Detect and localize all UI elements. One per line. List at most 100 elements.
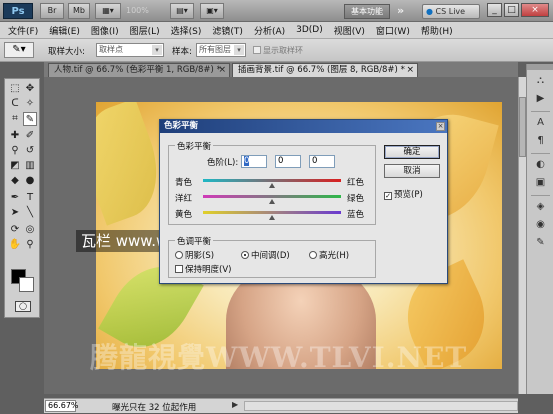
eyedropper-tool-icon[interactable]: ✎ xyxy=(23,112,37,126)
workspace-button[interactable]: 基本功能 xyxy=(344,4,390,19)
more-workspaces-icon[interactable]: » xyxy=(397,4,404,17)
photoshop-logo: Ps xyxy=(3,3,33,19)
tab-person-doc[interactable]: 人物.tif @ 66.7% (色彩平衡 1, RGB/8#) * × xyxy=(48,63,230,77)
zoom-field[interactable]: 66.67% xyxy=(45,400,79,412)
midtones-radio[interactable]: 中间调(D) xyxy=(241,249,290,261)
preserve-luminosity-checkbox[interactable]: 保持明度(V) xyxy=(175,263,231,275)
vertical-scrollbar[interactable] xyxy=(518,77,526,394)
shadows-radio[interactable]: 阴影(S) xyxy=(175,249,214,261)
paths-panel-icon[interactable]: ✎ xyxy=(533,236,548,250)
extras-button[interactable]: ▦▾ xyxy=(95,3,121,19)
preview-checkbox[interactable]: ✓ 预览(P) xyxy=(384,188,423,200)
screen-mode-button[interactable]: ▣▾ xyxy=(200,3,224,19)
healing-brush-icon[interactable]: ✚ xyxy=(8,129,22,143)
masks-panel-icon[interactable]: ▣ xyxy=(533,176,548,190)
history-panel-icon[interactable]: ⛬ xyxy=(533,74,548,88)
zoom-tool-icon[interactable]: ⚲ xyxy=(23,238,37,252)
scroll-thumb[interactable] xyxy=(519,97,526,157)
dock-grip[interactable] xyxy=(527,64,553,70)
slider-magenta-label: 洋红 xyxy=(175,194,193,204)
crop-tool-icon[interactable]: ⌗ xyxy=(8,112,22,126)
yellow-blue-slider-thumb[interactable] xyxy=(269,215,275,220)
menu-filter[interactable]: 滤镜(T) xyxy=(212,24,243,37)
hand-tool-icon[interactable]: ✋ xyxy=(8,238,22,252)
level-input-magenta-green[interactable]: 0 xyxy=(275,155,301,168)
menu-view[interactable]: 视图(V) xyxy=(334,24,365,37)
status-menu-icon[interactable]: ▶ xyxy=(232,400,238,409)
menu-help[interactable]: 帮助(H) xyxy=(421,24,453,37)
menu-file[interactable]: 文件(F) xyxy=(8,24,38,37)
3d-rotate-icon[interactable]: ⟳ xyxy=(8,223,22,237)
sample-select[interactable]: 所有图层 ▾ xyxy=(196,43,246,57)
level-input-cyan-red[interactable]: 0 xyxy=(241,155,267,168)
cs-live-label: CS Live xyxy=(435,7,466,16)
cyan-red-slider-thumb[interactable] xyxy=(269,183,275,188)
maximize-button[interactable]: □ xyxy=(504,3,519,17)
character-panel-icon[interactable]: A xyxy=(533,116,548,130)
paragraph-panel-icon[interactable]: ¶ xyxy=(533,134,548,148)
magenta-green-slider[interactable] xyxy=(203,195,341,198)
clone-stamp-icon[interactable]: ⚲ xyxy=(8,144,22,158)
eraser-tool-icon[interactable]: ◩ xyxy=(8,159,22,173)
move-tool-icon[interactable]: ✥ xyxy=(23,82,37,96)
minimize-button[interactable]: _ xyxy=(487,3,502,17)
menu-layer[interactable]: 图层(L) xyxy=(130,24,160,37)
shape-tool-icon[interactable]: ╲ xyxy=(23,206,37,220)
levels-label: 色阶(L): xyxy=(207,158,239,168)
close-button[interactable]: × xyxy=(521,3,549,17)
status-info: 曝光只在 32 位起作用 xyxy=(112,403,197,413)
tone-balance-group: 色调平衡 阴影(S) 中间调(D) 高光(H) 保持明度(V) xyxy=(168,235,376,278)
3d-orbit-icon[interactable]: ◎ xyxy=(23,223,37,237)
close-tab-icon[interactable]: × xyxy=(218,64,226,77)
background-color-swatch[interactable] xyxy=(19,277,34,292)
gradient-tool-icon[interactable]: ▥ xyxy=(23,159,37,173)
blur-tool-icon[interactable]: ◆ xyxy=(8,174,22,188)
bottom-watermark: 腾龍視覺WWW.TLVI.NET xyxy=(90,341,468,374)
menu-window[interactable]: 窗口(W) xyxy=(376,24,410,37)
lasso-tool-icon[interactable]: ᑕ xyxy=(8,97,22,111)
eyedropper-tool-preset-icon[interactable]: ✎▾ xyxy=(4,42,34,58)
quick-mask-button[interactable]: ◯ xyxy=(15,301,31,312)
cyan-red-slider[interactable] xyxy=(203,179,341,182)
quick-select-tool-icon[interactable]: ✧ xyxy=(23,97,37,111)
history-brush-icon[interactable]: ↺ xyxy=(23,144,37,158)
yellow-blue-slider[interactable] xyxy=(203,211,341,214)
slider-green-label: 绿色 xyxy=(347,194,365,204)
channels-panel-icon[interactable]: ◉ xyxy=(533,218,548,232)
pen-tool-icon[interactable]: ✒ xyxy=(8,191,22,205)
adjustments-panel-icon[interactable]: ◐ xyxy=(533,158,548,172)
dialog-close-icon[interactable]: × xyxy=(436,122,445,131)
horizontal-scrollbar[interactable] xyxy=(244,401,518,411)
mini-bridge-button[interactable]: Mb xyxy=(68,3,90,19)
menu-analysis[interactable]: 分析(A) xyxy=(254,24,285,37)
menu-edit[interactable]: 编辑(E) xyxy=(49,24,80,37)
tab-background-doc[interactable]: 插画背景.tif @ 66.7% (图层 8, RGB/8#) * × xyxy=(232,63,418,77)
menu-select[interactable]: 选择(S) xyxy=(171,24,202,37)
close-tab-icon[interactable]: × xyxy=(406,64,414,77)
brush-tool-icon[interactable]: ✐ xyxy=(23,129,37,143)
cancel-button[interactable]: 取消 xyxy=(384,164,440,178)
magenta-green-slider-thumb[interactable] xyxy=(269,199,275,204)
arrange-documents-button[interactable]: ▤▾ xyxy=(170,3,194,19)
zoom-level[interactable]: 100% xyxy=(126,6,149,15)
path-select-icon[interactable]: ➤ xyxy=(8,206,22,220)
menu-image[interactable]: 图像(I) xyxy=(91,24,119,37)
sample-size-label: 取样大小: xyxy=(48,47,85,57)
bridge-button[interactable]: Br xyxy=(40,3,64,19)
type-tool-icon[interactable]: T xyxy=(23,191,37,205)
level-input-yellow-blue[interactable]: 0 xyxy=(309,155,335,168)
show-sampling-ring-checkbox[interactable]: 显示取样环 xyxy=(253,45,303,56)
layers-panel-icon[interactable]: ◈ xyxy=(533,200,548,214)
slider-blue-label: 蓝色 xyxy=(347,210,365,220)
cs-live-button[interactable]: ● CS Live xyxy=(422,4,480,19)
tools-panel: ⬚ ✥ ᑕ ✧ ⌗ ✎ ✚ ✐ ⚲ ↺ ◩ ▥ ◆ ● ✒ T ➤ ╲ ⟳ ◎ … xyxy=(4,78,40,318)
marquee-tool-icon[interactable]: ⬚ xyxy=(8,82,22,96)
color-balance-dialog: 色彩平衡 × 色彩平衡 色阶(L): 0 0 0 青色 红色 洋红 绿色 黄色 … xyxy=(159,119,448,284)
menu-3d[interactable]: 3D(D) xyxy=(296,25,323,35)
sample-size-select[interactable]: 取样点 ▾ xyxy=(96,43,164,57)
dodge-tool-icon[interactable]: ● xyxy=(23,174,37,188)
highlights-radio[interactable]: 高光(H) xyxy=(309,249,349,261)
ok-button[interactable]: 确定 xyxy=(384,145,440,159)
color-balance-group: 色彩平衡 色阶(L): 0 0 0 青色 红色 洋红 绿色 黄色 蓝色 xyxy=(168,140,376,225)
actions-panel-icon[interactable]: ▶ xyxy=(533,92,548,106)
